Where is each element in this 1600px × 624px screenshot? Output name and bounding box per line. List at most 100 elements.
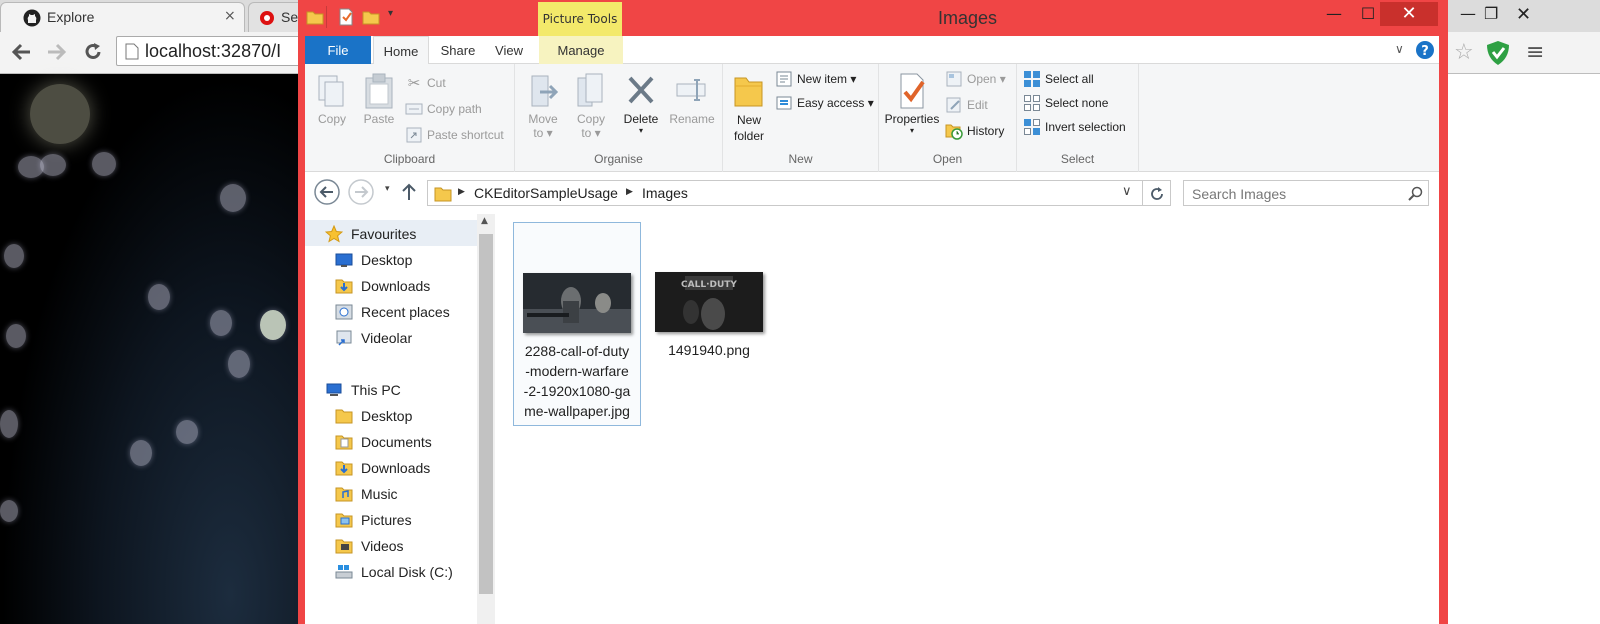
properties-dropdown-icon[interactable]: ▾ xyxy=(883,126,941,135)
search-icon[interactable] xyxy=(1408,186,1424,202)
this-pc-icon xyxy=(326,383,342,396)
easy-access-button[interactable]: Easy access ▾ xyxy=(775,92,877,114)
nav-pc-documents[interactable]: Documents xyxy=(335,430,432,454)
tab-manage[interactable]: Manage xyxy=(539,36,623,64)
properties-quick-icon[interactable] xyxy=(338,8,354,26)
tab-home[interactable]: Home xyxy=(373,36,429,65)
paste-label: Paste xyxy=(363,112,395,126)
select-all-label: Select all xyxy=(1045,72,1094,86)
bokeh-light xyxy=(148,284,170,310)
bokeh-light xyxy=(92,152,116,176)
copy-to-label: Copy to ▾ xyxy=(576,112,605,140)
nav-pc-videos[interactable]: Videos xyxy=(335,534,404,558)
shield-extension-icon[interactable] xyxy=(1486,40,1510,66)
edit-button[interactable]: Edit xyxy=(945,94,1017,116)
browser-right-toolbar: ☆ ≡ xyxy=(1450,32,1600,74)
refresh-button[interactable] xyxy=(1143,180,1171,206)
paste-shortcut-button[interactable]: Paste shortcut xyxy=(405,124,513,146)
recent-locations-icon[interactable]: ▾ xyxy=(385,184,390,194)
breadcrumb-separator-icon[interactable]: ▶ xyxy=(458,187,465,197)
file-list: 2288-call-of-duty -modern-warfare -2-192… xyxy=(495,214,1439,624)
tab-file[interactable]: File xyxy=(305,36,371,64)
downloads-folder-icon xyxy=(335,279,353,294)
bookmark-star-icon[interactable]: ☆ xyxy=(1454,40,1474,65)
new-folder-quick-icon[interactable] xyxy=(362,8,380,26)
minimize-icon[interactable]: — xyxy=(1460,4,1476,23)
bokeh-light xyxy=(176,420,198,444)
close-icon[interactable]: ✕ xyxy=(1516,4,1531,25)
breadcrumb-ckeditorsampleusage[interactable]: CKEditorSampleUsage xyxy=(474,185,618,201)
navigation-pane: Favourites Desktop Downloads Recent plac… xyxy=(305,214,495,624)
nav-pc-music[interactable]: Music xyxy=(335,482,398,506)
properties-button[interactable]: Properties ▾ xyxy=(883,72,941,135)
back-arrow-icon[interactable] xyxy=(10,42,32,62)
ribbon-collapse-icon[interactable]: ∨ xyxy=(1395,42,1404,56)
file-item[interactable]: CALL·DUTY 1491940.png xyxy=(645,222,773,360)
copy-path-button[interactable]: Copy path xyxy=(405,98,513,120)
nav-fav-videolar[interactable]: Videolar xyxy=(335,326,412,350)
back-icon[interactable] xyxy=(313,178,341,206)
browser-tab-explore[interactable]: Explore × xyxy=(0,2,245,32)
up-arrow-icon[interactable] xyxy=(401,182,417,202)
history-button[interactable]: History xyxy=(945,120,1017,142)
file-name-line: 1491940.png xyxy=(668,342,750,358)
nav-pc-pictures[interactable]: Pictures xyxy=(335,508,412,532)
forward-arrow-icon[interactable] xyxy=(46,42,68,62)
copy-button[interactable]: Copy xyxy=(313,72,351,126)
tab-share[interactable]: Share xyxy=(433,36,483,64)
svg-text:CALL·DUTY: CALL·DUTY xyxy=(681,280,737,290)
nav-fav-desktop[interactable]: Desktop xyxy=(335,248,412,272)
nav-pc-downloads[interactable]: Downloads xyxy=(335,456,430,480)
select-none-button[interactable]: Select none xyxy=(1023,92,1139,114)
nav-this-pc[interactable]: This PC xyxy=(325,378,401,402)
restore-icon[interactable]: ❐ xyxy=(1484,4,1498,23)
tab-view[interactable]: View xyxy=(487,36,531,64)
nav-favourites[interactable]: Favourites xyxy=(325,222,416,246)
copy-to-button[interactable]: Copy to ▾ xyxy=(571,72,611,140)
search-box[interactable]: Search Images xyxy=(1183,180,1429,206)
nav-fav-downloads[interactable]: Downloads xyxy=(335,274,430,298)
scrollbar-thumb[interactable] xyxy=(479,234,493,594)
new-folder-button[interactable]: New folder xyxy=(729,72,769,144)
nav-pc-desktop[interactable]: Desktop xyxy=(335,404,412,428)
breadcrumb-separator-icon[interactable]: ▶ xyxy=(626,187,633,197)
close-tab-icon[interactable]: × xyxy=(224,8,236,24)
cut-button[interactable]: ✂ Cut xyxy=(405,72,513,94)
file-name-line: 2288-call-of-duty xyxy=(524,343,630,359)
customize-quick-access-icon[interactable]: ▾ xyxy=(388,8,393,19)
separator xyxy=(326,6,327,28)
nav-fav-recent-places[interactable]: Recent places xyxy=(335,300,450,324)
nav-favourites-label: Favourites xyxy=(351,226,417,242)
open-button[interactable]: Open ▾ xyxy=(945,68,1017,90)
delete-dropdown-icon[interactable]: ▾ xyxy=(619,126,663,135)
scroll-up-icon[interactable]: ▲ xyxy=(481,216,488,226)
ribbon: Copy Paste ✂ Cut Copy path Paste shortcut… xyxy=(305,64,1439,172)
edit-label: Edit xyxy=(967,98,988,112)
address-bar[interactable]: ▶ CKEditorSampleUsage ▶ Images ∨ xyxy=(427,180,1143,206)
rename-label: Rename xyxy=(669,112,715,126)
new-folder-label: New folder xyxy=(733,113,765,143)
select-all-button[interactable]: Select all xyxy=(1023,68,1139,90)
new-item-icon xyxy=(776,71,792,87)
file-item[interactable]: 2288-call-of-duty -modern-warfare -2-192… xyxy=(513,222,641,426)
delete-button[interactable]: Delete ▾ xyxy=(619,72,663,135)
nav-pc-local-disk[interactable]: Local Disk (C:) xyxy=(335,560,453,584)
forward-icon[interactable] xyxy=(347,178,375,206)
invert-selection-button[interactable]: Invert selection xyxy=(1023,116,1139,138)
rename-button[interactable]: Rename xyxy=(667,72,717,126)
paste-button[interactable]: Paste xyxy=(359,72,399,126)
reload-icon[interactable] xyxy=(82,41,104,63)
address-dropdown-icon[interactable]: ∨ xyxy=(1122,184,1132,199)
nav-item-label: Music xyxy=(361,486,398,502)
image-thumbnail xyxy=(523,273,631,333)
navigation-bar: ▾ ▶ CKEditorSampleUsage ▶ Images ∨ Searc… xyxy=(305,172,1439,214)
move-to-button[interactable]: Move to ▾ xyxy=(523,72,563,140)
nav-pane-scrollbar[interactable]: ▲ xyxy=(477,214,495,624)
help-icon[interactable]: ? xyxy=(1415,40,1435,60)
menu-icon[interactable]: ≡ xyxy=(1526,40,1544,65)
browser-tab-label: Se xyxy=(281,9,299,25)
new-item-button[interactable]: New item ▾ xyxy=(775,68,877,90)
close-button[interactable]: ✕ xyxy=(1380,2,1438,26)
nav-item-label: Videos xyxy=(361,538,404,554)
breadcrumb-images[interactable]: Images xyxy=(642,185,688,201)
